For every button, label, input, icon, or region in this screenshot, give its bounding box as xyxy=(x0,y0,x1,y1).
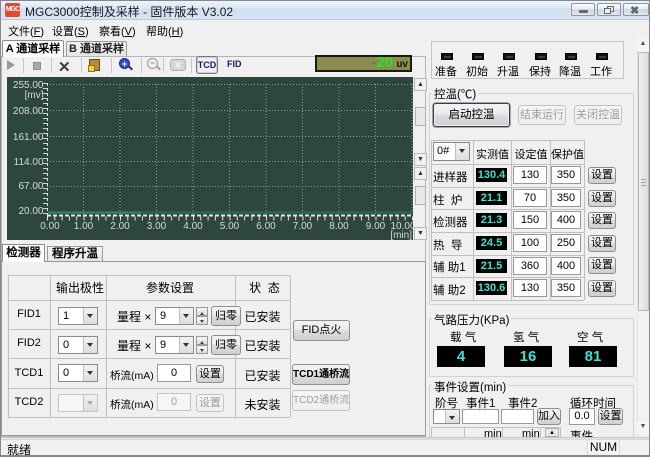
svg-text:114.00: 114.00 xyxy=(14,157,44,168)
svg-text:[min]: [min] xyxy=(390,230,412,240)
svg-text:7.00: 7.00 xyxy=(293,221,313,232)
svg-text:161.00: 161.00 xyxy=(13,132,44,143)
svg-text:8.00: 8.00 xyxy=(329,221,349,232)
svg-text:9.00: 9.00 xyxy=(366,221,386,232)
svg-text:2.00: 2.00 xyxy=(110,221,130,232)
svg-text:4.00: 4.00 xyxy=(183,221,203,232)
svg-text:5.00: 5.00 xyxy=(220,221,240,232)
svg-text:3.00: 3.00 xyxy=(147,221,167,232)
svg-text:1.00: 1.00 xyxy=(74,221,94,232)
svg-text:0.00: 0.00 xyxy=(40,221,60,232)
svg-text:67.00: 67.00 xyxy=(18,181,43,192)
svg-text:208.00: 208.00 xyxy=(13,106,44,117)
svg-text:20.00: 20.00 xyxy=(18,206,43,217)
svg-text:[mv]: [mv] xyxy=(25,90,44,101)
svg-text:6.00: 6.00 xyxy=(256,221,276,232)
